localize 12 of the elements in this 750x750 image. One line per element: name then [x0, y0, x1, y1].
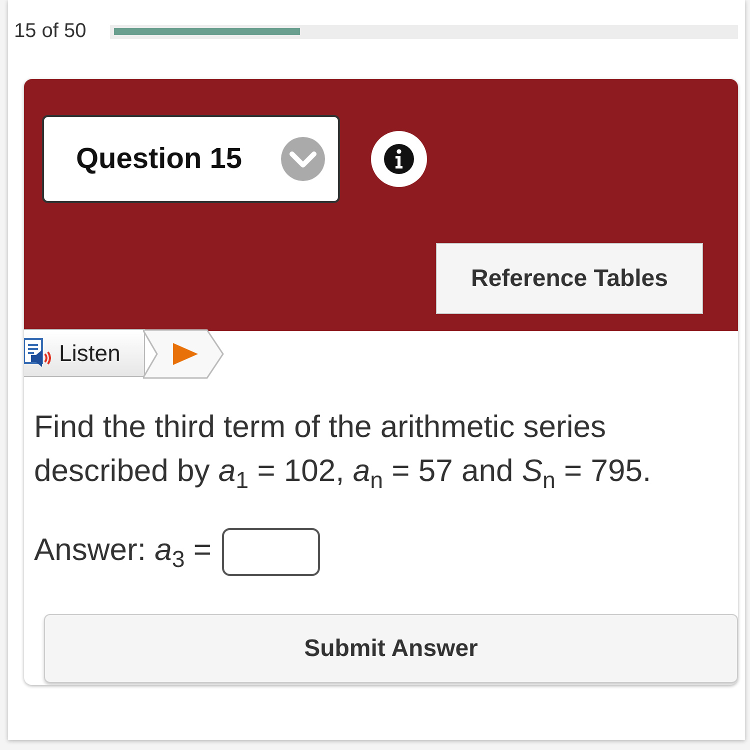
reference-tables-button[interactable]: Reference Tables [436, 243, 703, 314]
answer-field[interactable] [222, 528, 320, 576]
chevron-down-icon [280, 136, 326, 182]
question-dropdown[interactable]: Question 15 [42, 115, 340, 203]
submit-answer-button[interactable]: Submit Answer [44, 614, 738, 684]
listen-button[interactable]: Listen [24, 329, 146, 377]
question-text: Find the third term of the arithmetic series described by a$_{1}$ = 102, a$_{n}$ = 57 and S$_{n}$ = 795. [34, 408, 652, 496]
speaker-document-icon [24, 338, 51, 368]
answer-label: Answer: a$_{3}$ = [34, 532, 212, 573]
progress-label: 15 of 50 [14, 20, 86, 43]
play-button[interactable] [143, 329, 226, 379]
info-icon[interactable] [370, 130, 428, 188]
